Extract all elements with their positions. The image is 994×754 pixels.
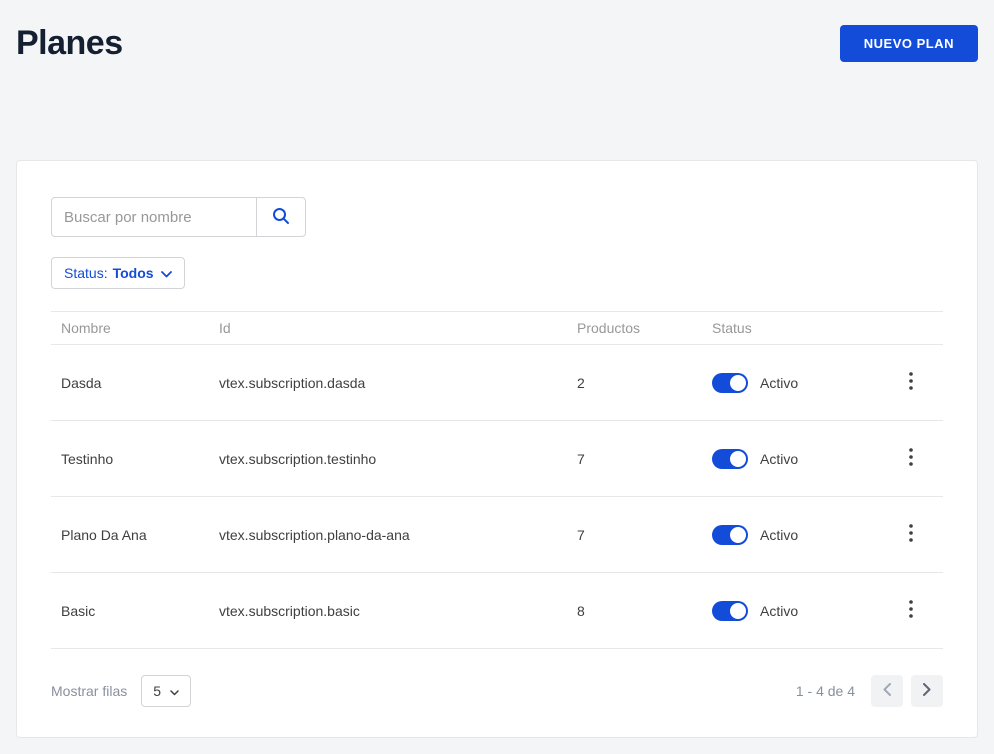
pager-buttons	[871, 675, 943, 707]
kebab-icon	[909, 448, 913, 469]
cell-status: Activo	[712, 524, 889, 545]
cell-actions	[889, 595, 933, 627]
kebab-icon	[909, 524, 913, 545]
chevron-right-icon	[923, 683, 931, 699]
table-row[interactable]: Basic vtex.subscription.basic 8 Activo	[51, 573, 943, 649]
cell-status: Activo	[712, 600, 889, 621]
page-header: Planes NUEVO PLAN	[16, 0, 978, 64]
row-menu-button[interactable]	[895, 519, 927, 551]
status-toggle[interactable]	[712, 448, 748, 469]
status-filter-label: Status:	[64, 265, 108, 281]
rows-per-page: Mostrar filas 5	[51, 675, 192, 707]
search-input[interactable]	[51, 197, 257, 237]
cell-actions	[889, 443, 933, 475]
cell-name: Basic	[61, 602, 96, 619]
toggle-knob	[730, 602, 746, 619]
new-plan-button[interactable]: NUEVO PLAN	[839, 24, 978, 62]
plans-table: Nombre Id Productos Status Dasda vtex.su…	[51, 311, 943, 649]
toggle-knob	[730, 526, 746, 543]
status-label: Activo	[760, 602, 799, 619]
cell-id: vtex.subscription.testinho	[219, 450, 377, 467]
rows-per-page-value: 5	[153, 683, 162, 699]
table-row[interactable]: Dasda vtex.subscription.dasda 2 Activo	[51, 345, 943, 421]
toggle-knob	[730, 450, 746, 467]
chevron-down-icon	[170, 683, 179, 699]
search-icon	[272, 207, 290, 228]
cell-products: 2	[577, 374, 585, 391]
toggle-knob	[730, 374, 746, 391]
status-label: Activo	[760, 374, 799, 391]
cell-products: 7	[577, 450, 585, 467]
status-label: Activo	[760, 526, 799, 543]
cell-name: Testinho	[61, 450, 114, 467]
kebab-icon	[909, 600, 913, 621]
row-menu-button[interactable]	[895, 595, 927, 627]
table-header: Nombre Id Productos Status	[51, 311, 943, 345]
chevron-left-icon	[883, 683, 891, 699]
cell-status: Activo	[712, 372, 889, 393]
status-toggle[interactable]	[712, 600, 748, 621]
chevron-down-icon	[159, 265, 172, 281]
next-page-button[interactable]	[911, 675, 943, 707]
cell-products: 8	[577, 602, 585, 619]
column-header-id: Id	[219, 320, 231, 336]
cell-actions	[889, 367, 933, 399]
page-title: Planes	[16, 23, 123, 62]
table-row[interactable]: Plano Da Ana vtex.subscription.plano-da-…	[51, 497, 943, 573]
table-footer: Mostrar filas 5 1 - 4 de 4	[51, 675, 943, 707]
rows-per-page-label: Mostrar filas	[51, 683, 128, 699]
cell-name: Plano Da Ana	[61, 526, 147, 543]
kebab-icon	[909, 372, 913, 393]
cell-id: vtex.subscription.dasda	[219, 374, 366, 391]
planes-page: Planes NUEVO PLAN Status: Todos	[0, 0, 994, 754]
pagination: 1 - 4 de 4	[796, 675, 943, 707]
status-filter-value: Todos	[112, 265, 154, 281]
table-row[interactable]: Testinho vtex.subscription.testinho 7 Ac…	[51, 421, 943, 497]
cell-status: Activo	[712, 448, 889, 469]
search-bar	[51, 197, 943, 237]
search-button[interactable]	[256, 197, 306, 237]
column-header-productos: Productos	[577, 320, 641, 336]
cell-products: 7	[577, 526, 585, 543]
cell-name: Dasda	[61, 374, 102, 391]
plans-card: Status: Todos Nombre Id Productos Status…	[16, 160, 978, 738]
rows-per-page-select[interactable]: 5	[141, 675, 192, 707]
cell-id: vtex.subscription.basic	[219, 602, 360, 619]
filter-row: Status: Todos	[51, 257, 943, 289]
status-filter[interactable]: Status: Todos	[51, 257, 185, 289]
row-menu-button[interactable]	[895, 367, 927, 399]
status-toggle[interactable]	[712, 524, 748, 545]
cell-actions	[889, 519, 933, 551]
column-header-nombre: Nombre	[61, 320, 111, 336]
pagination-range: 1 - 4 de 4	[795, 683, 855, 699]
prev-page-button[interactable]	[871, 675, 903, 707]
column-header-status: Status	[712, 320, 752, 336]
cell-id: vtex.subscription.plano-da-ana	[219, 526, 410, 543]
status-label: Activo	[760, 450, 799, 467]
row-menu-button[interactable]	[895, 443, 927, 475]
status-toggle[interactable]	[712, 372, 748, 393]
